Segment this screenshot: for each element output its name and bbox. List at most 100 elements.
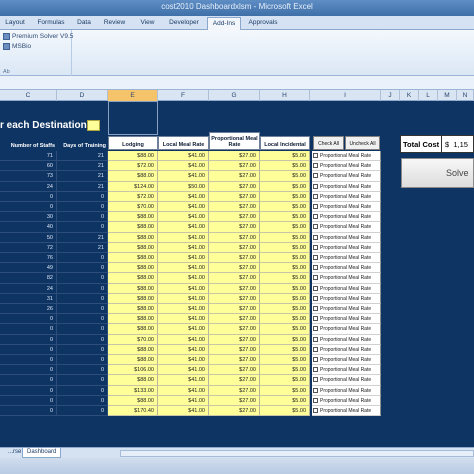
- cell-prop[interactable]: $27.00: [209, 171, 260, 182]
- cell-local[interactable]: $41.00: [158, 222, 209, 233]
- cell-local[interactable]: $41.00: [158, 202, 209, 213]
- cell-local[interactable]: $41.00: [158, 355, 209, 366]
- cell-lodging[interactable]: $88.00: [108, 222, 158, 233]
- cell-prop[interactable]: $27.00: [209, 375, 260, 386]
- cell-prop[interactable]: $27.00: [209, 406, 260, 417]
- proportional-meal-checkbox[interactable]: Proportional Meal Rate: [312, 334, 381, 345]
- cell-lodging[interactable]: $88.00: [108, 314, 158, 325]
- checkbox-icon[interactable]: [313, 255, 318, 260]
- cell-days[interactable]: 0: [57, 304, 108, 315]
- cell-inc[interactable]: $5.00: [260, 375, 310, 386]
- cell-days[interactable]: 0: [57, 395, 108, 406]
- cell-staffs[interactable]: 0: [0, 375, 57, 386]
- cell-inc[interactable]: $5.00: [260, 161, 310, 172]
- proportional-meal-checkbox[interactable]: Proportional Meal Rate: [312, 314, 381, 325]
- cell-prop[interactable]: $27.00: [209, 385, 260, 396]
- cell-lodging[interactable]: $88.00: [108, 395, 158, 406]
- cell-prop[interactable]: $27.00: [209, 314, 260, 325]
- ribbon-tab[interactable]: Approvals: [244, 17, 282, 29]
- cell-staffs[interactable]: 0: [0, 202, 57, 213]
- cell-lodging[interactable]: $88.00: [108, 212, 158, 223]
- cell-inc[interactable]: $5.00: [260, 355, 310, 366]
- cell-lodging[interactable]: $88.00: [108, 324, 158, 335]
- cell-staffs[interactable]: 26: [0, 304, 57, 315]
- column-header[interactable]: D: [57, 90, 108, 101]
- cell-days[interactable]: 21: [57, 171, 108, 182]
- cell-inc[interactable]: $5.00: [260, 344, 310, 355]
- cell-inc[interactable]: $5.00: [260, 171, 310, 182]
- cell-staffs[interactable]: 0: [0, 385, 57, 396]
- cell-local[interactable]: $41.00: [158, 324, 209, 335]
- cell-lodging[interactable]: $88.00: [108, 344, 158, 355]
- cell-inc[interactable]: $5.00: [260, 202, 310, 213]
- checkbox-icon[interactable]: [313, 367, 318, 373]
- cell-staffs[interactable]: 31: [0, 293, 57, 304]
- cell-days[interactable]: 0: [57, 293, 108, 304]
- uncheck-all-button[interactable]: Uncheck All: [345, 136, 380, 150]
- cell-inc[interactable]: $5.00: [260, 395, 310, 406]
- cell-days[interactable]: 21: [57, 161, 108, 172]
- cell-days[interactable]: 0: [57, 324, 108, 335]
- cell-prop[interactable]: $27.00: [209, 324, 260, 335]
- cell-prop[interactable]: $27.00: [209, 161, 260, 172]
- cell-staffs[interactable]: 76: [0, 253, 57, 264]
- formula-bar[interactable]: [0, 76, 474, 90]
- proportional-meal-checkbox[interactable]: Proportional Meal Rate: [312, 151, 381, 162]
- checkbox-icon[interactable]: [313, 295, 318, 301]
- proportional-meal-checkbox[interactable]: Proportional Meal Rate: [312, 395, 381, 406]
- cell-local[interactable]: $41.00: [158, 375, 209, 386]
- cell-staffs[interactable]: 49: [0, 263, 57, 274]
- cell-days[interactable]: 21: [57, 181, 108, 192]
- cell-inc[interactable]: $5.00: [260, 232, 310, 243]
- cell-days[interactable]: 0: [57, 263, 108, 274]
- cell-lodging[interactable]: $88.00: [108, 151, 158, 162]
- cell-prop[interactable]: $27.00: [209, 283, 260, 294]
- proportional-meal-checkbox[interactable]: Proportional Meal Rate: [312, 324, 381, 335]
- proportional-meal-checkbox[interactable]: Proportional Meal Rate: [312, 283, 381, 294]
- cell-lodging[interactable]: $88.00: [108, 242, 158, 253]
- cell-prop[interactable]: $27.00: [209, 202, 260, 213]
- cell-prop[interactable]: $27.00: [209, 365, 260, 376]
- cell-staffs[interactable]: 73: [0, 171, 57, 182]
- cell-days[interactable]: 0: [57, 344, 108, 355]
- cell-prop[interactable]: $27.00: [209, 304, 260, 315]
- cell-lodging[interactable]: $88.00: [108, 171, 158, 182]
- cell-local[interactable]: $41.00: [158, 395, 209, 406]
- proportional-meal-checkbox[interactable]: Proportional Meal Rate: [312, 304, 381, 315]
- checkbox-icon[interactable]: [313, 387, 318, 393]
- cell-days[interactable]: 0: [57, 355, 108, 366]
- proportional-meal-checkbox[interactable]: Proportional Meal Rate: [312, 355, 381, 366]
- cell-local[interactable]: $50.00: [158, 181, 209, 192]
- checkbox-icon[interactable]: [313, 326, 318, 332]
- cell-prop[interactable]: $27.00: [209, 181, 260, 192]
- cell-inc[interactable]: $5.00: [260, 222, 310, 233]
- cell-days[interactable]: 0: [57, 273, 108, 284]
- cell-inc[interactable]: $5.00: [260, 324, 310, 335]
- column-header[interactable]: G: [209, 90, 260, 101]
- ribbon-tab[interactable]: Layout: [0, 17, 30, 29]
- cell-lodging[interactable]: $88.00: [108, 375, 158, 386]
- cell-days[interactable]: 21: [57, 232, 108, 243]
- cell-days[interactable]: 0: [57, 212, 108, 223]
- cell-inc[interactable]: $5.00: [260, 334, 310, 345]
- cell-lodging[interactable]: $170.40: [108, 406, 158, 417]
- cell-local[interactable]: $41.00: [158, 161, 209, 172]
- checkbox-icon[interactable]: [313, 285, 318, 291]
- cell-prop[interactable]: $27.00: [209, 273, 260, 284]
- cell-staffs[interactable]: 60: [0, 161, 57, 172]
- ribbon-tab[interactable]: Data: [72, 17, 96, 29]
- cell-lodging[interactable]: $88.00: [108, 293, 158, 304]
- proportional-meal-checkbox[interactable]: Proportional Meal Rate: [312, 344, 381, 355]
- checkbox-icon[interactable]: [313, 204, 318, 209]
- ribbon-tab[interactable]: View: [133, 17, 162, 29]
- cell-days[interactable]: 0: [57, 222, 108, 233]
- cell-staffs[interactable]: 24: [0, 181, 57, 192]
- cell-prop[interactable]: $27.00: [209, 334, 260, 345]
- column-header[interactable]: I: [310, 90, 381, 101]
- column-header[interactable]: E: [108, 90, 158, 101]
- cell-prop[interactable]: $27.00: [209, 344, 260, 355]
- cell-staffs[interactable]: 0: [0, 395, 57, 406]
- cell-prop[interactable]: $27.00: [209, 395, 260, 406]
- cell-inc[interactable]: $5.00: [260, 181, 310, 192]
- cell-days[interactable]: 21: [57, 242, 108, 253]
